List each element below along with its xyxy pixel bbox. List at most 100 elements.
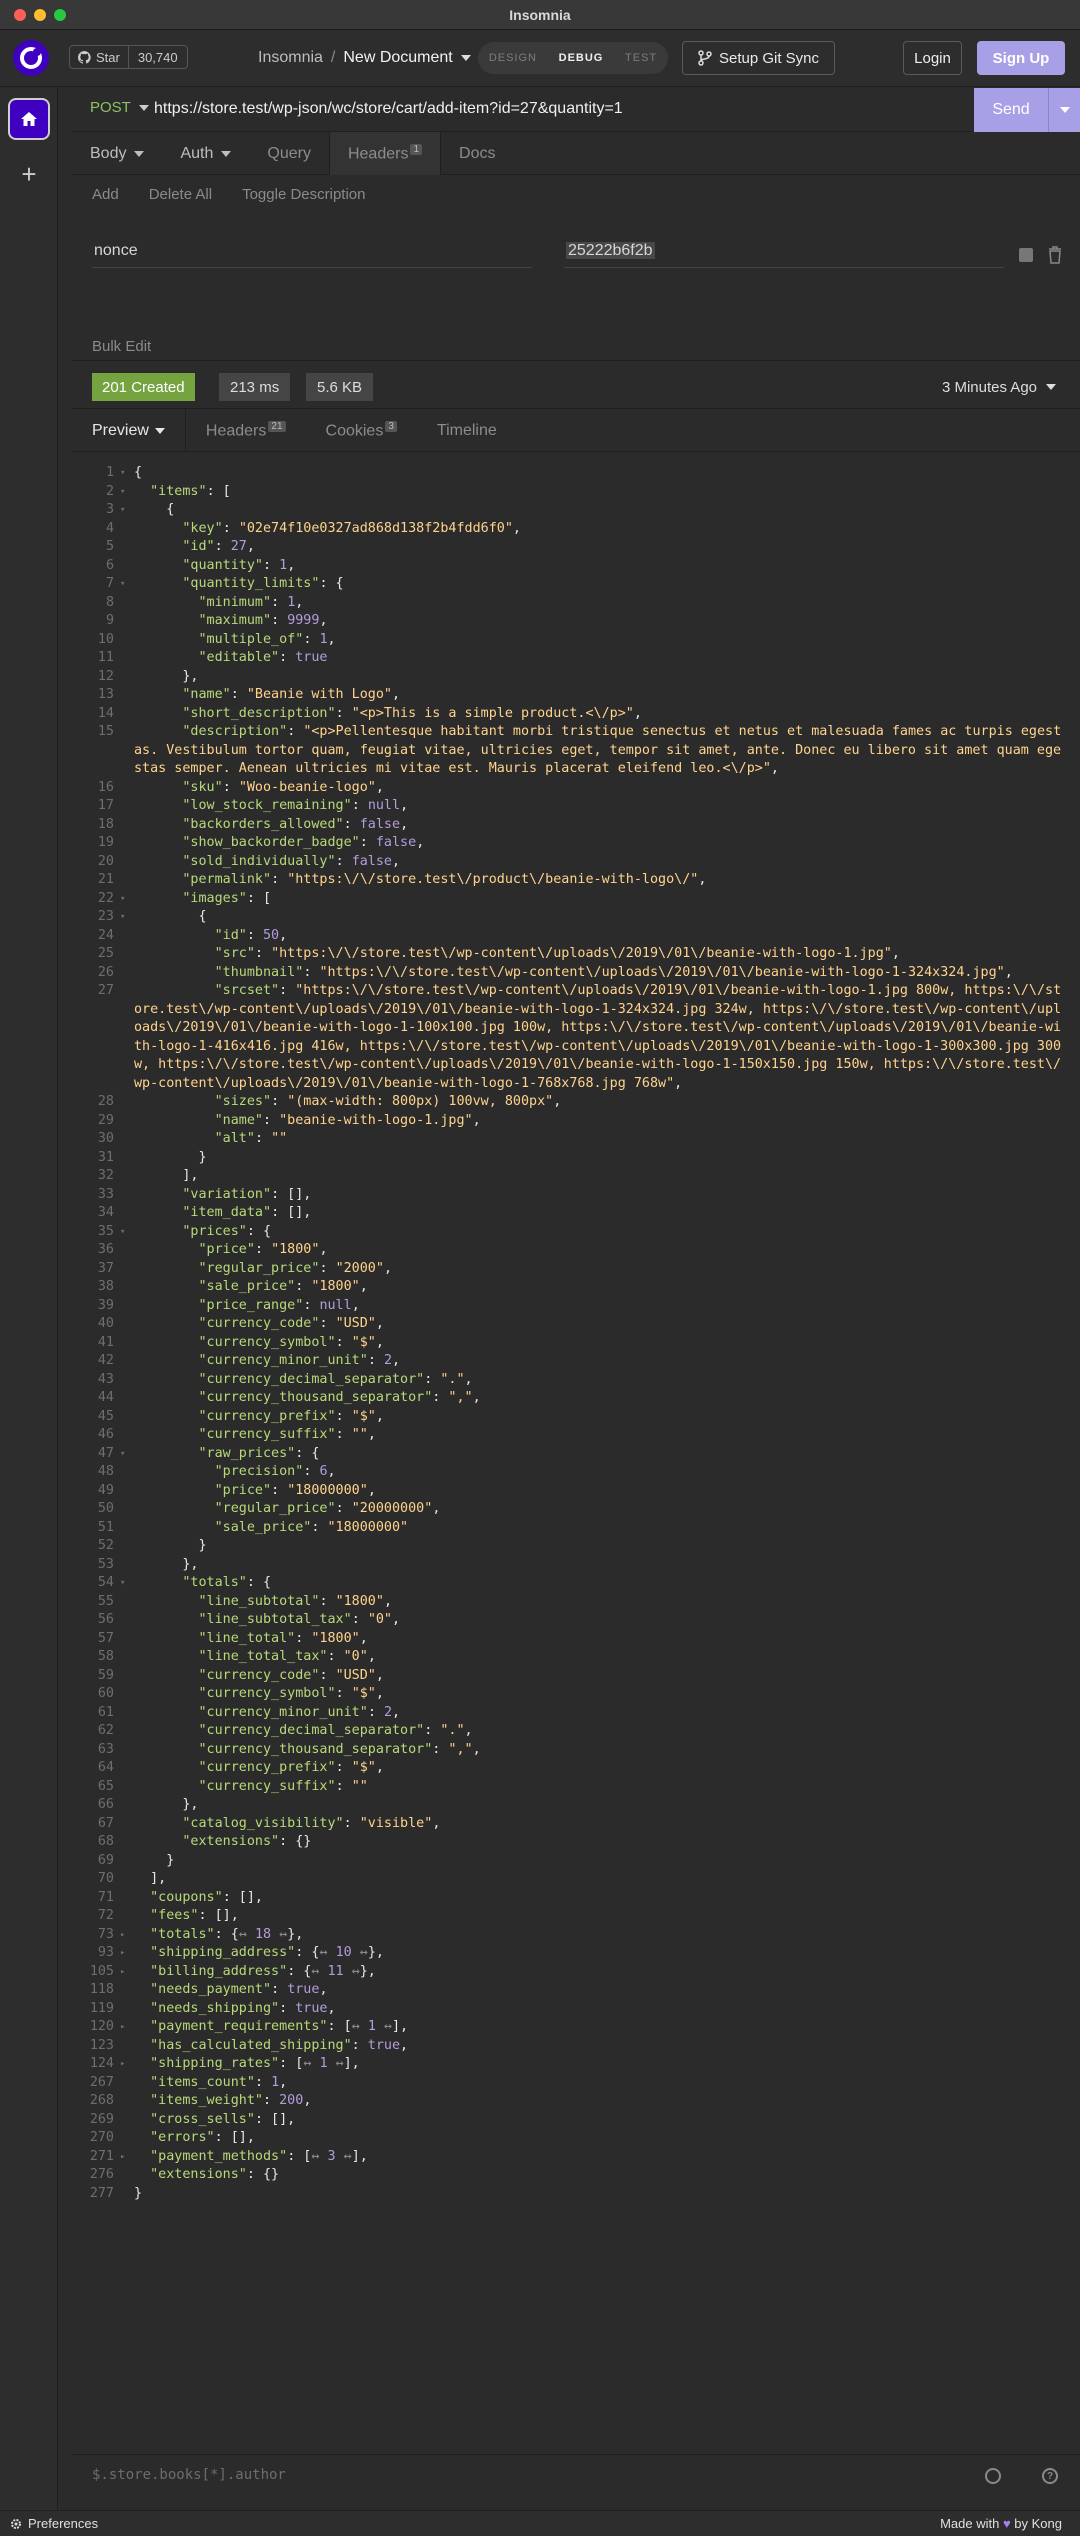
line-text: "currency_prefix": "$", [198, 1760, 384, 1775]
fold-toggle-icon[interactable]: ▾ [118, 483, 134, 502]
mode-design[interactable]: DESIGN [489, 52, 537, 64]
sidebar: + [0, 88, 58, 2510]
insomnia-logo-icon[interactable] [13, 40, 49, 76]
fold-toggle-icon[interactable]: ▾ [118, 501, 134, 520]
code-line: 50 "regular_price": "20000000", [72, 1500, 1080, 1519]
code-line: 69 } [72, 1852, 1080, 1871]
fold-toggle-icon[interactable]: ▾ [118, 908, 134, 927]
tab-preview[interactable]: Preview [72, 409, 186, 452]
login-button[interactable]: Login [903, 41, 962, 75]
line-text: "coupons": [], [150, 1889, 263, 1905]
response-history-dropdown[interactable]: 3 Minutes Ago [942, 373, 1056, 401]
trash-icon[interactable] [1048, 246, 1062, 264]
line-number: 34 [97, 1205, 114, 1220]
setup-git-sync-button[interactable]: Setup Git Sync [682, 41, 835, 75]
tab-body[interactable]: Body [72, 132, 162, 175]
line-number: 54 [97, 1575, 114, 1590]
line-number: 7 [105, 576, 114, 591]
toggle-description-button[interactable]: Toggle Description [242, 186, 365, 203]
line-number: 45 [97, 1408, 114, 1424]
line-number: 35 [97, 1223, 114, 1239]
line-number: 66 [97, 1797, 114, 1812]
fold-toggle-icon[interactable]: ▸ [118, 1963, 134, 1982]
fold-gutter [118, 538, 134, 557]
close-window-button[interactable] [14, 9, 26, 21]
bulk-edit-button[interactable]: Bulk Edit [92, 338, 151, 355]
mode-debug[interactable]: DEBUG [559, 52, 604, 64]
tab-cookies-badge: 3 [385, 420, 397, 432]
send-options-dropdown[interactable] [1048, 88, 1080, 132]
breadcrumb-document[interactable]: New Document [343, 49, 452, 67]
minimize-window-button[interactable] [34, 9, 46, 21]
github-star-button[interactable]: Star 30,740 [69, 45, 188, 69]
fold-toggle-icon[interactable]: ▸ [118, 2148, 134, 2167]
line-number: 17 [97, 798, 114, 813]
fold-gutter [118, 1722, 134, 1741]
help-icon[interactable]: ? [1042, 2468, 1058, 2484]
home-button[interactable] [8, 98, 50, 140]
code-line: 63 "currency_thousand_separator": ",", [72, 1741, 1080, 1760]
tab-auth[interactable]: Auth [162, 132, 249, 175]
tab-cookies[interactable]: Cookies 3 [306, 409, 417, 452]
fold-toggle-icon[interactable]: ▸ [118, 2055, 134, 2074]
header-name-input[interactable]: nonce [92, 238, 532, 268]
fold-gutter [118, 1482, 134, 1501]
tab-headers[interactable]: Headers 1 [328, 132, 442, 175]
maximize-window-button[interactable] [54, 9, 66, 21]
line-text: "sale_price": "18000000" [214, 1519, 409, 1535]
fold-toggle-icon[interactable]: ▾ [118, 1223, 134, 1242]
fold-toggle-icon[interactable]: ▾ [118, 1445, 134, 1464]
fold-toggle-icon[interactable]: ▸ [118, 1926, 134, 1945]
code-line: 124 ▸ "shipping_rates": [↔ 1 ↔], [72, 2055, 1080, 2074]
response-filter-input[interactable]: $.store.books[*].author [92, 2467, 286, 2483]
fold-toggle-icon[interactable]: ▸ [118, 1944, 134, 1963]
fold-gutter [118, 1778, 134, 1797]
line-text: "images": [ [182, 890, 272, 906]
tab-timeline[interactable]: Timeline [417, 409, 517, 452]
header-value-input[interactable]: 25222b6f2b [564, 238, 1004, 268]
header-enabled-checkbox[interactable] [1019, 248, 1033, 262]
line-number: 12 [97, 668, 114, 684]
add-icon[interactable]: + [15, 159, 43, 189]
code-line: 67 "catalog_visibility": "visible", [72, 1815, 1080, 1834]
fold-toggle-icon[interactable]: ▾ [118, 890, 134, 909]
code-line: 71 "coupons": [], [72, 1889, 1080, 1908]
tab-query[interactable]: Query [249, 132, 329, 175]
line-number: 52 [97, 1538, 114, 1553]
code-line: 28 "sizes": "(max-width: 800px) 100vw, 8… [72, 1093, 1080, 1112]
delete-all-button[interactable]: Delete All [149, 186, 212, 203]
code-line: 57 "line_total": "1800", [72, 1630, 1080, 1649]
fold-toggle-icon[interactable]: ▾ [118, 1574, 134, 1593]
line-number: 48 [97, 1464, 114, 1479]
history-icon[interactable] [985, 2468, 1001, 2484]
mode-test[interactable]: TEST [625, 52, 657, 64]
code-line: 2 ▾ "items": [ [72, 483, 1080, 502]
fold-gutter [118, 668, 134, 687]
url-input[interactable]: https://store.test/wp-json/wc/store/cart… [154, 100, 623, 118]
preferences-button[interactable]: Preferences [10, 2516, 98, 2531]
line-number: 32 [97, 1168, 114, 1183]
tab-response-headers[interactable]: Headers 21 [186, 409, 306, 452]
fold-toggle-icon[interactable]: ▾ [118, 575, 134, 594]
breadcrumb-project[interactable]: Insomnia [258, 49, 323, 67]
fold-gutter [118, 1241, 134, 1260]
sign-up-button[interactable]: Sign Up [977, 41, 1065, 75]
code-line: 5 "id": 27, [72, 538, 1080, 557]
chevron-down-icon[interactable] [460, 55, 471, 61]
method-select[interactable]: POST [90, 99, 149, 116]
tab-docs[interactable]: Docs [441, 132, 513, 175]
code-line: 6 "quantity": 1, [72, 557, 1080, 576]
response-body-viewer[interactable]: 1 ▾{2 ▾ "items": [3 ▾ {4 "key": "02e74f10e0… [72, 464, 1080, 2203]
fold-toggle-icon[interactable]: ▾ [118, 464, 134, 483]
response-time-badge: 213 ms [219, 373, 291, 401]
line-text: }, [134, 1556, 199, 1572]
send-button[interactable]: Send [974, 88, 1080, 132]
by-kong-label: by Kong [1014, 2516, 1062, 2531]
line-text: "items": [ [150, 483, 231, 499]
line-text: "id": 50, [214, 927, 288, 943]
add-header-button[interactable]: Add [92, 186, 119, 203]
line-number: 14 [97, 705, 114, 721]
code-line: 58 "line_total_tax": "0", [72, 1648, 1080, 1667]
fold-gutter [118, 2074, 134, 2093]
fold-toggle-icon[interactable]: ▸ [118, 2018, 134, 2037]
